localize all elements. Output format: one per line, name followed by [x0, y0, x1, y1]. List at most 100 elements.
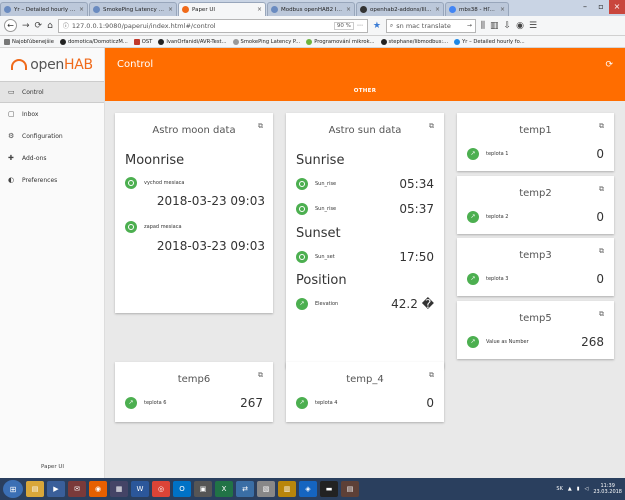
sidebar-item-add-ons[interactable]: ✚ Add-ons [0, 147, 104, 169]
app-icon[interactable]: ▦ [110, 481, 128, 497]
sidebar-item-label: Preferences [22, 176, 58, 184]
library-icon[interactable]: ⫼ [481, 21, 485, 31]
item-row[interactable]: ↗ teplota 6 267 [125, 396, 263, 410]
browser-tab[interactable]: openhab2-addons/Ill... × [356, 2, 444, 16]
back-button[interactable]: ← [4, 19, 17, 32]
terminal-icon[interactable]: ▬ [320, 481, 338, 497]
address-bar[interactable]: ⓘ 127.0.0.1:9080/paperui/index.html#/con… [57, 18, 368, 33]
search-icon: ⌕ [389, 21, 394, 29]
sidebar-item-control[interactable]: ▭ Control [0, 81, 104, 103]
openhab-logo[interactable]: openHAB [0, 48, 104, 81]
close-window-icon[interactable]: × [609, 0, 625, 14]
item-row[interactable]: Sun_rise 05:34 [296, 177, 434, 191]
browser-tab[interactable]: Yr – Detailed hourly fo... × [0, 2, 88, 16]
reader-icon[interactable]: ⋯ [357, 22, 363, 29]
page-title: Control [117, 59, 154, 70]
sidebar-item-configuration[interactable]: ⚙ Configuration [0, 125, 104, 147]
edit-icon[interactable]: ⧉ [429, 371, 434, 380]
close-tab-icon[interactable]: × [257, 6, 262, 13]
word-icon[interactable]: W [131, 481, 149, 497]
app-icon[interactable]: ▣ [194, 481, 212, 497]
edit-icon[interactable]: ⧉ [599, 310, 604, 319]
app-icon[interactable]: ⇄ [236, 481, 254, 497]
app-icon[interactable]: ✉ [68, 481, 86, 497]
outlook-icon[interactable]: O [173, 481, 191, 497]
menu-icon[interactable]: ☰ [529, 21, 537, 31]
monitor-icon: ▭ [8, 87, 15, 96]
item-row[interactable]: ↗ Elevation 42.2 � [296, 297, 434, 311]
app-icon[interactable]: ▧ [257, 481, 275, 497]
trend-icon: ↗ [467, 148, 479, 160]
item-value: 0 [596, 210, 604, 224]
app-icon[interactable]: ◈ [299, 481, 317, 497]
minimize-icon[interactable]: – [577, 0, 593, 14]
sidebar-item-preferences[interactable]: ◐ Preferences [0, 169, 104, 191]
tab-other[interactable]: OTHER [105, 88, 625, 94]
moon-item-icon [125, 221, 137, 233]
item-row[interactable]: zapad mesiaca [125, 220, 263, 234]
card-title: temp3 [519, 250, 552, 261]
item-row[interactable]: ↗ teplota 4 0 [296, 396, 434, 410]
refresh-icon[interactable]: ⟳ [605, 60, 613, 70]
sidebar-item-inbox[interactable]: ▢ Inbox [0, 103, 104, 125]
bookmark-item[interactable]: SmokePing Latency P... [232, 38, 300, 45]
item-row[interactable]: ↗ teplota 3 0 [467, 272, 604, 286]
item-row[interactable]: ↗ teplota 2 0 [467, 210, 604, 224]
search-field[interactable]: ⌕ sn mac translate → [385, 18, 476, 33]
edit-icon[interactable]: ⧉ [599, 122, 604, 131]
tray-arrow-icon[interactable]: ▲ [568, 486, 572, 492]
close-tab-icon[interactable]: × [500, 6, 505, 13]
card-temp1: temp1 ⧉ ↗ teplota 1 0 [457, 113, 614, 171]
close-tab-icon[interactable]: × [168, 6, 173, 13]
bookmark-item[interactable]: Programování mikrok... [306, 38, 375, 45]
search-go-icon[interactable]: → [467, 22, 472, 29]
edit-icon[interactable]: ⧉ [258, 122, 263, 131]
close-tab-icon[interactable]: × [79, 6, 84, 13]
maximize-icon[interactable]: ▫ [593, 0, 609, 14]
bookmark-item[interactable]: domotica/DomoticzM... [59, 38, 128, 45]
browser-tab-active[interactable]: Paper UI × [178, 2, 266, 16]
item-row[interactable]: ↗ teplota 1 0 [467, 147, 604, 161]
bookmark-item[interactable]: IvanOrfanidi/AVR-Test... [158, 38, 227, 45]
item-row[interactable]: ↗ Value as Number 268 [467, 335, 604, 349]
chrome-icon[interactable]: ◎ [152, 481, 170, 497]
sidebar-icon[interactable]: ▥ [490, 21, 499, 31]
home-icon[interactable]: ⌂ [47, 21, 53, 31]
network-icon[interactable]: ▮ [577, 486, 580, 492]
browser-tab[interactable]: SmokePing Latency P... × [89, 2, 177, 16]
inbox-icon: ▢ [8, 109, 15, 118]
edit-icon[interactable]: ⧉ [599, 185, 604, 194]
edit-icon[interactable]: ⧉ [599, 247, 604, 256]
close-tab-icon[interactable]: × [346, 6, 351, 13]
clock[interactable]: 11:39 23.03.2018 [593, 483, 622, 495]
bookmark-item[interactable]: Yr – Detailed hourly fo... [454, 38, 525, 45]
reload-icon[interactable]: ⟳ [35, 21, 43, 31]
download-icon[interactable]: ⇩ [504, 21, 512, 31]
app-icon[interactable]: ▤ [341, 481, 359, 497]
item-row[interactable]: vychod mesiaca [125, 176, 263, 190]
item-value: 267 [240, 396, 263, 410]
close-tab-icon[interactable]: × [435, 6, 440, 13]
item-row[interactable]: Sun_set 17:50 [296, 250, 434, 264]
edit-icon[interactable]: ⧉ [429, 122, 434, 131]
excel-icon[interactable]: X [215, 481, 233, 497]
item-row[interactable]: Sun_rise 05:37 [296, 202, 434, 216]
bookmark-item[interactable]: Najobľúbenejšie [4, 38, 54, 45]
app-icon[interactable]: ▥ [278, 481, 296, 497]
bookmark-item[interactable]: OST [133, 38, 152, 45]
bookmark-star-icon[interactable]: ★ [373, 21, 381, 31]
language-indicator[interactable]: SK [556, 486, 562, 492]
browser-tab[interactable]: mbs38 - Hľadať Googl...× [445, 2, 509, 16]
forward-icon[interactable]: → [22, 21, 30, 31]
start-button[interactable]: ⊞ [3, 480, 23, 498]
edit-icon[interactable]: ⧉ [258, 371, 263, 380]
volume-icon[interactable]: ◁ [585, 486, 589, 492]
explorer-icon[interactable]: ▤ [26, 481, 44, 497]
firefox-icon[interactable]: ◉ [89, 481, 107, 497]
extension-icon[interactable]: ◉ [516, 21, 524, 31]
zoom-level[interactable]: 90 % [333, 21, 354, 30]
media-player-icon[interactable]: ▶ [47, 481, 65, 497]
bookmark-item[interactable]: stephane/libmodbus:... [380, 38, 448, 45]
browser-tab[interactable]: Modbus openHAB2 In... × [267, 2, 355, 16]
card-title: temp6 [177, 374, 211, 385]
